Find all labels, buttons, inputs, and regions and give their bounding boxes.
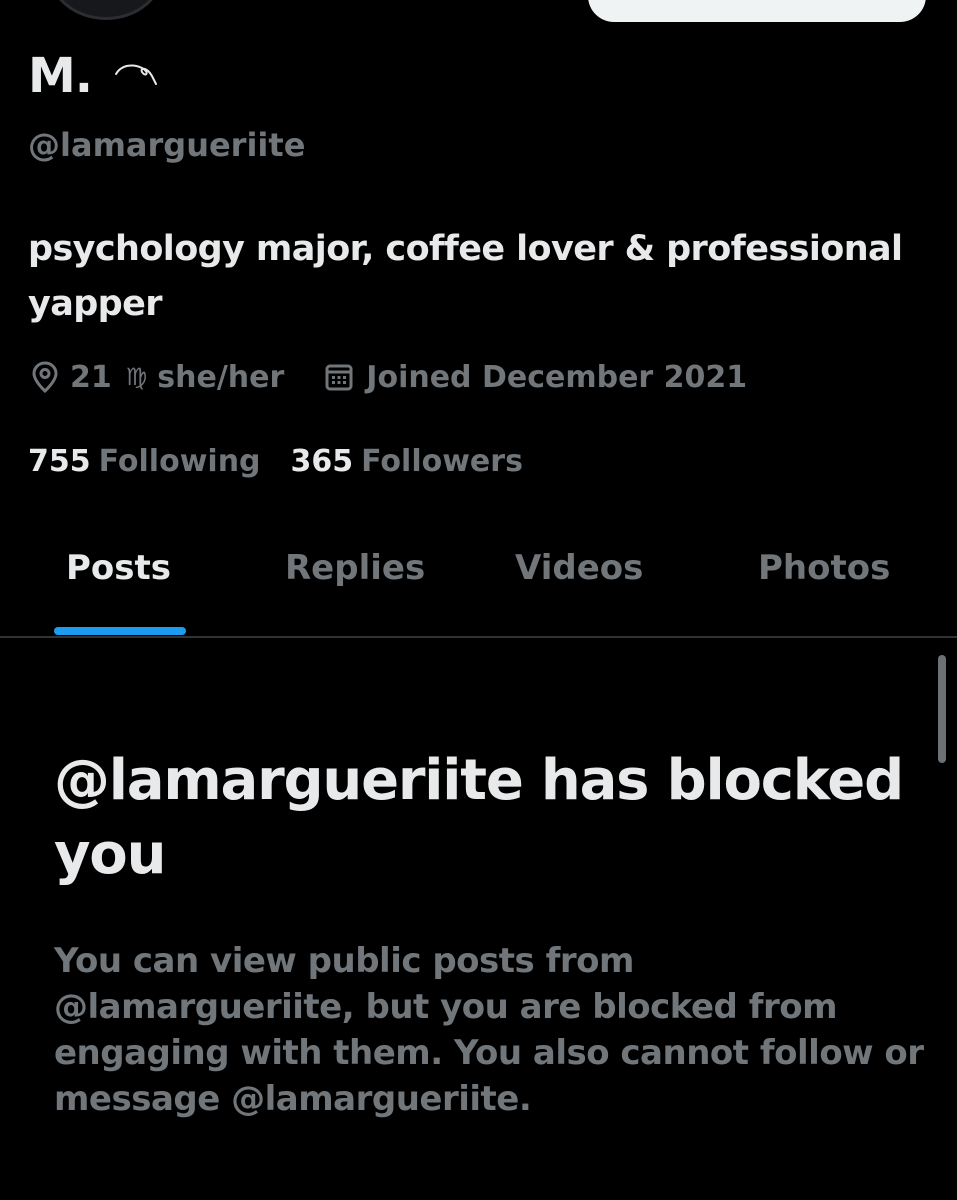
profile-action-button[interactable] — [588, 0, 926, 22]
avatar[interactable] — [48, 0, 164, 20]
following-label: Following — [98, 444, 261, 479]
virgo-icon: ♍ — [125, 363, 148, 391]
squiggle-emoji-icon — [115, 64, 157, 85]
followers-count: 365 — [290, 444, 354, 479]
follow-counts: 755 Following 365 Followers — [28, 444, 553, 479]
profile-bio: psychology major, coffee lover & profess… — [28, 229, 903, 324]
calendar-icon — [325, 364, 353, 391]
location-pin-icon — [32, 361, 58, 394]
blocked-title: @lamargueriite has blocked you — [54, 748, 904, 887]
scrollbar[interactable] — [938, 655, 946, 763]
profile-meta: 21 ♍ she/her Joined December 2021 — [30, 354, 747, 400]
tab-replies[interactable]: Replies — [285, 548, 425, 588]
followers-label: Followers — [361, 444, 523, 479]
tabs-divider — [0, 636, 957, 638]
pronouns-text: she/her — [157, 359, 285, 395]
location-text: 21 — [70, 359, 112, 395]
following-link[interactable]: 755 Following — [28, 444, 261, 479]
tab-posts[interactable]: Posts — [66, 548, 171, 588]
active-tab-indicator — [54, 627, 186, 635]
tab-videos[interactable]: Videos — [515, 548, 643, 588]
joined-date: Joined December 2021 — [366, 359, 748, 395]
following-count: 755 — [28, 444, 91, 479]
blocked-message: You can view public posts from @lamargue… — [54, 941, 924, 1119]
profile-handle: @lamargueriite — [28, 126, 306, 164]
tab-photos[interactable]: Photos — [758, 548, 890, 588]
followers-link[interactable]: 365 Followers — [291, 444, 523, 479]
display-name: M. — [28, 48, 93, 104]
